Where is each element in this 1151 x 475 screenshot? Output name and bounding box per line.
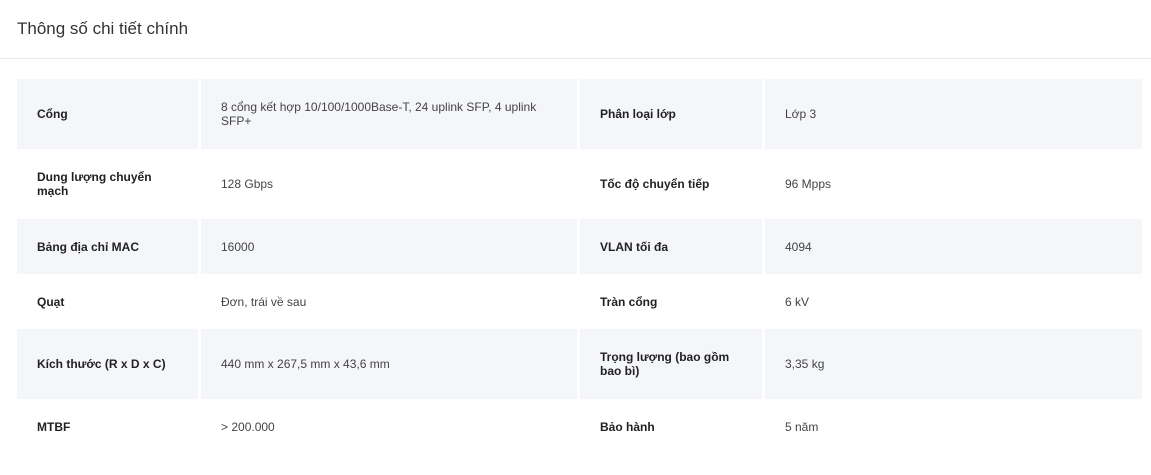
spec-value: 3,35 kg [765,329,1142,399]
spec-key: Bảo hành [600,420,655,434]
spec-value: 16000 [201,219,577,274]
spec-value: 5 năm [785,420,819,434]
spec-key: VLAN tối đa [580,219,762,274]
spec-key: MTBF [37,420,71,434]
spec-value: 8 cổng kết hợp 10/100/1000Base-T, 24 upl… [201,79,577,149]
spec-value: Lớp 3 [765,79,1142,149]
spec-table: Cổng 8 cổng kết hợp 10/100/1000Base-T, 2… [17,79,1143,455]
spec-value: 6 kV [785,294,810,309]
spec-value: > 200.000 [221,420,275,434]
spec-key: Quạt [37,294,65,309]
spec-key: Kích thước (R x D x C) [17,329,198,399]
spec-value: 96 Mpps [785,177,832,191]
spec-key: Tốc độ chuyển tiếp [600,177,710,191]
spec-value: 4094 [765,219,1142,274]
spec-key: Cổng [17,79,198,149]
spec-key: Dung lượng chuyển mạch [37,170,152,198]
spec-value: 128 Gbps [221,177,274,191]
section-title: Thông số chi tiết chính [17,19,189,38]
spec-key: Tràn cổng [600,294,658,309]
section-header: Thông số chi tiết chính [0,0,1151,59]
spec-key: Trọng lượng (bao gồm bao bì) [580,329,762,399]
spec-key: Phân loại lớp [580,79,762,149]
spec-key: Bảng địa chỉ MAC [17,219,198,274]
spec-value: 440 mm x 267,5 mm x 43,6 mm [201,329,577,399]
spec-value: Đơn, trái về sau [221,294,307,309]
